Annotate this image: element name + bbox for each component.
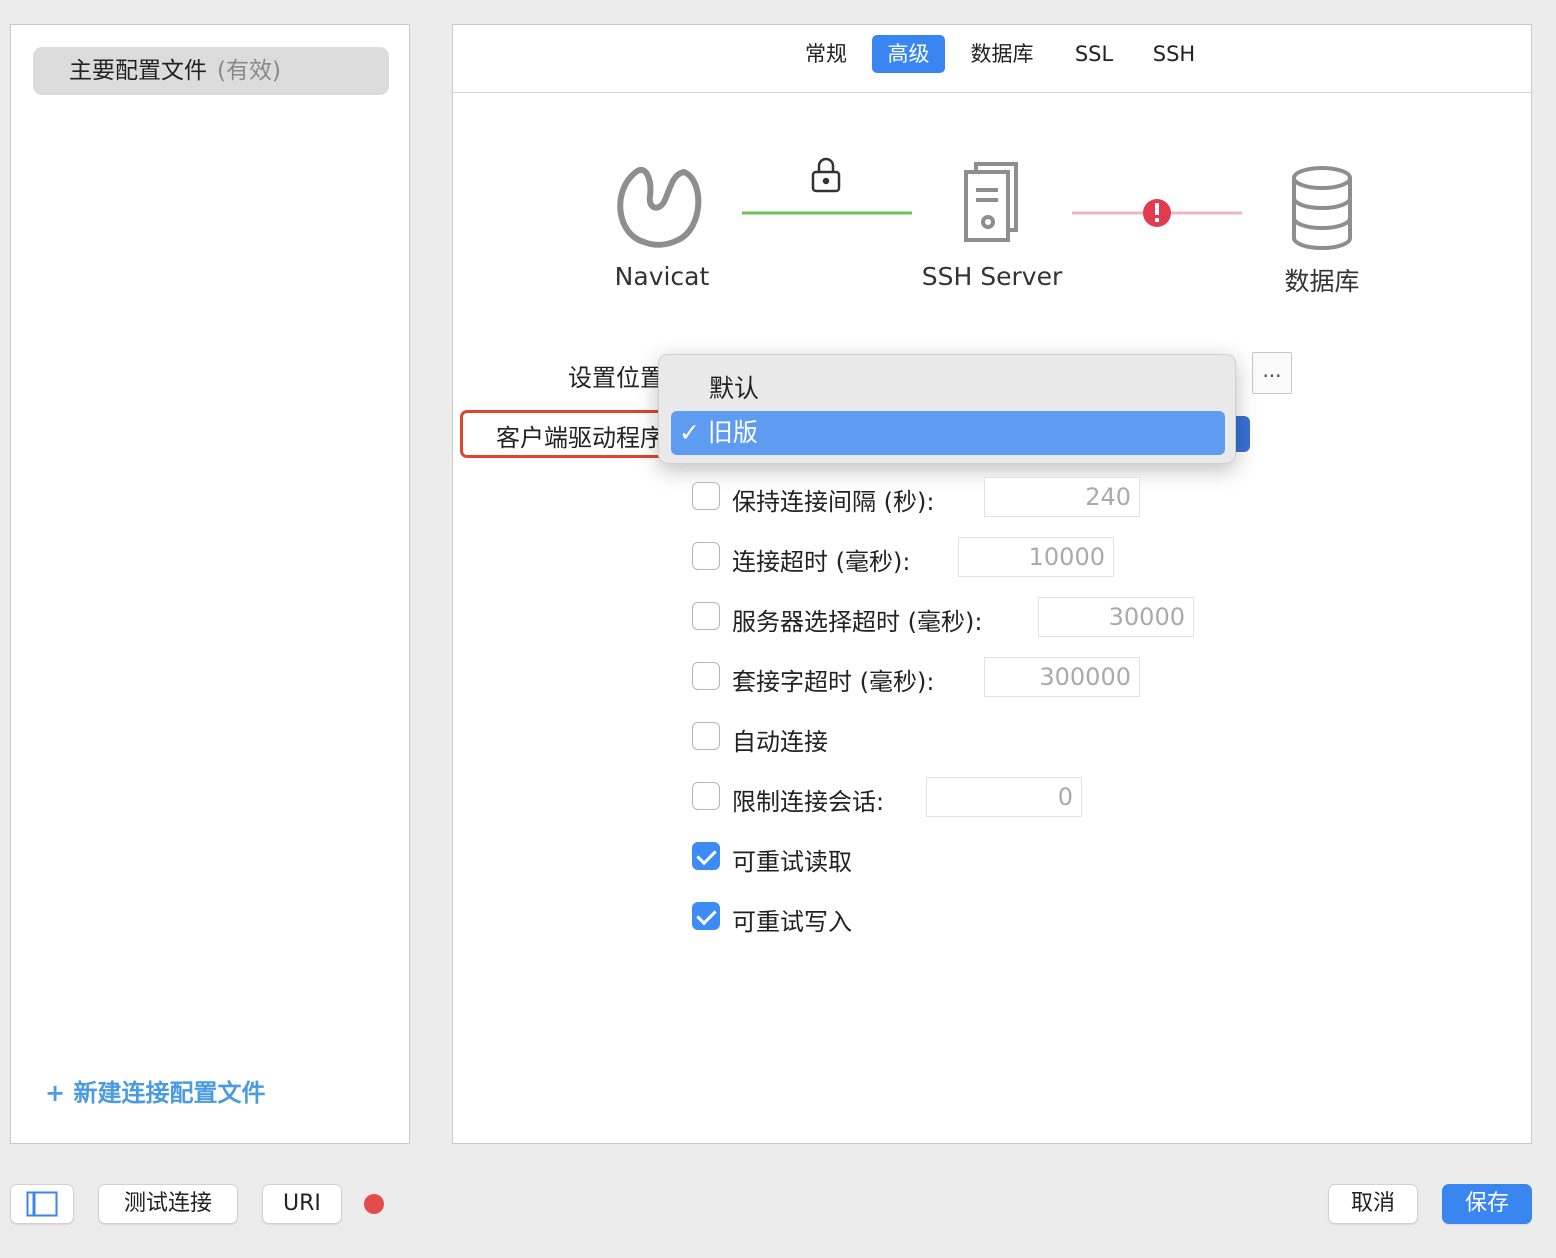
retryable-reads-checkbox[interactable]: [692, 842, 720, 870]
client-driver-label: 客户端驱动程序: [496, 424, 664, 452]
database-icon: [1292, 166, 1352, 250]
socket-timeout-input[interactable]: 300000: [984, 657, 1140, 697]
new-profile-link[interactable]: + 新建连接配置文件: [45, 1073, 265, 1108]
navicat-label: Navicat: [614, 262, 710, 291]
connect-timeout-label: 连接超时 (毫秒):: [732, 548, 911, 576]
sidebar-toggle-icon: [26, 1191, 58, 1217]
cancel-button[interactable]: 取消: [1328, 1184, 1418, 1224]
limit-sessions-label: 限制连接会话:: [732, 788, 885, 816]
option-default-label: 默认: [709, 374, 760, 403]
socket-timeout-checkbox[interactable]: [692, 662, 720, 690]
option-legacy-label: 旧版: [707, 418, 758, 447]
settings-location-label: 设置位置: [568, 364, 664, 392]
tab-ssh[interactable]: SSH: [1141, 35, 1207, 73]
server-icon: [964, 162, 1018, 242]
save-button[interactable]: 保存: [1442, 1184, 1532, 1224]
tab-bar: 常规 高级 数据库 SSL SSH: [453, 25, 1531, 93]
uri-button[interactable]: URI: [262, 1184, 342, 1224]
retryable-writes-checkbox[interactable]: [692, 902, 720, 930]
retryable-reads-label: 可重试读取: [732, 848, 852, 876]
limit-sessions-checkbox[interactable]: [692, 782, 720, 810]
checkmark-icon: ✓: [679, 418, 708, 447]
server-select-timeout-input[interactable]: 30000: [1038, 597, 1194, 637]
profile-item-main[interactable]: 主要配置文件 (有效): [33, 47, 389, 95]
auto-connect-checkbox[interactable]: [692, 722, 720, 750]
connection-status-dot: [364, 1194, 384, 1214]
limit-sessions-input[interactable]: 0: [926, 777, 1082, 817]
profile-name: 主要配置文件: [69, 58, 207, 84]
tab-general[interactable]: 常规: [793, 35, 859, 73]
server-select-timeout-label: 服务器选择超时 (毫秒):: [732, 608, 983, 636]
server-select-timeout-checkbox[interactable]: [692, 602, 720, 630]
dropdown-option-default[interactable]: 默认: [671, 367, 1225, 411]
test-connection-button[interactable]: 测试连接: [98, 1184, 238, 1224]
dropdown-option-legacy[interactable]: ✓ 旧版: [671, 411, 1225, 455]
keepalive-checkbox[interactable]: [692, 482, 720, 510]
profiles-sidebar: 主要配置文件 (有效) + 新建连接配置文件: [10, 24, 410, 1144]
connect-timeout-input[interactable]: 10000: [958, 537, 1114, 577]
browse-button[interactable]: ...: [1252, 352, 1292, 394]
tab-database[interactable]: 数据库: [961, 35, 1043, 73]
profile-state: (有效): [217, 58, 281, 84]
sidebar-toggle-button[interactable]: [10, 1184, 74, 1224]
keepalive-input[interactable]: 240: [984, 477, 1140, 517]
socket-timeout-label: 套接字超时 (毫秒):: [732, 668, 935, 696]
connect-timeout-checkbox[interactable]: [692, 542, 720, 570]
lock-icon: [811, 157, 841, 193]
ssh-server-label: SSH Server: [921, 262, 1063, 291]
navicat-logo-icon: [617, 167, 702, 248]
driver-dropdown-menu: 默认 ✓ 旧版: [658, 354, 1236, 464]
tab-ssl[interactable]: SSL: [1061, 35, 1127, 73]
auto-connect-label: 自动连接: [732, 728, 828, 756]
database-label: 数据库: [1284, 267, 1360, 296]
keepalive-label: 保持连接间隔 (秒):: [732, 488, 935, 516]
retryable-writes-label: 可重试写入: [732, 908, 852, 936]
tab-advanced[interactable]: 高级: [872, 35, 945, 73]
connection-diagram: [617, 157, 1352, 250]
error-icon: [1143, 199, 1171, 227]
